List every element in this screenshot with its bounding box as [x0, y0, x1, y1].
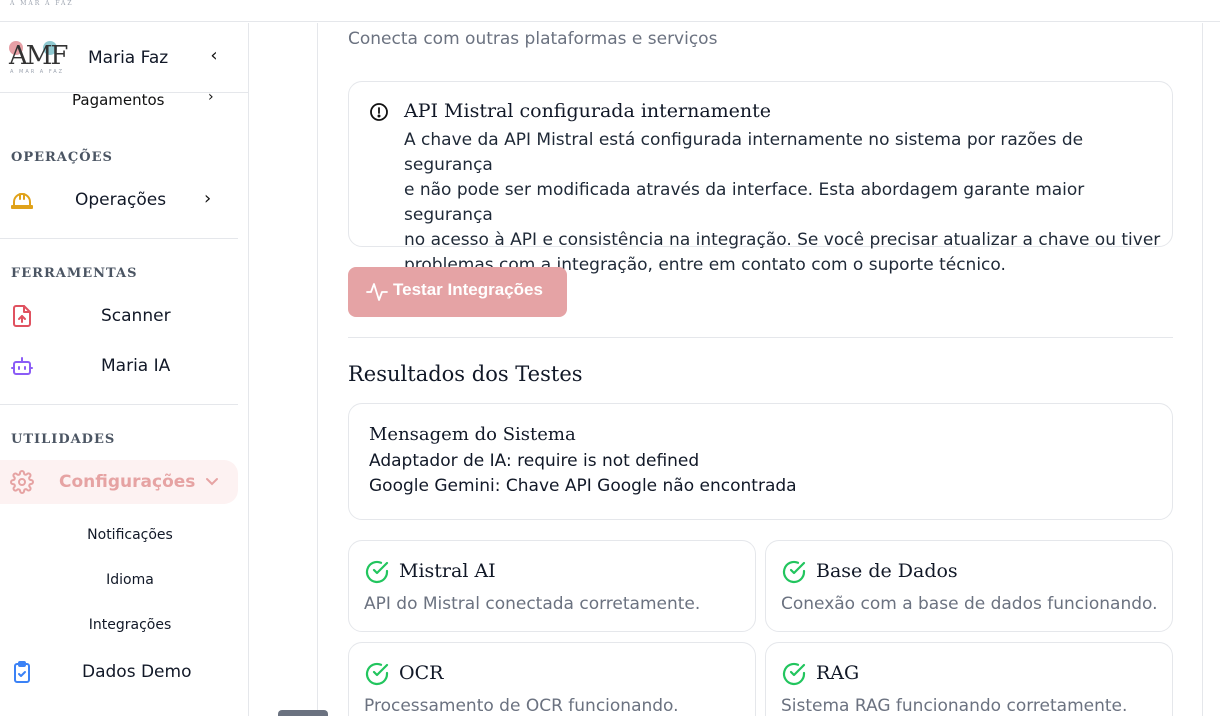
sidebar-item-label: Configurações — [59, 472, 196, 492]
status-card-rag: RAG Sistema RAG funcionando corretamente… — [765, 642, 1173, 716]
test-integrations-button[interactable]: Testar Integrações — [348, 267, 567, 317]
check-circle-icon — [365, 560, 389, 584]
status-desc: Conexão com a base de dados funcionando. — [781, 594, 1158, 614]
check-circle-icon — [365, 662, 389, 686]
sidebar-item-operacoes[interactable]: Operações › — [0, 178, 238, 222]
sidebar-item-label: Dados Demo — [82, 662, 192, 682]
sidebar-item-label: Operações — [75, 190, 167, 210]
system-message-title: Mensagem do Sistema — [369, 424, 576, 445]
app-title: Maria Faz — [88, 48, 169, 68]
info-line: e não pode ser modificada através da int… — [404, 180, 1085, 225]
chevron-right-icon: › — [204, 188, 212, 209]
status-desc: API do Mistral conectada corretamente. — [364, 594, 701, 614]
sidebar-subitem-idioma[interactable]: Idioma — [0, 572, 238, 588]
status-desc: Processamento de OCR funcionando. — [364, 696, 679, 716]
status-card-ocr: OCR Processamento de OCR funcionando. — [348, 642, 756, 716]
sidebar-item-dados-demo[interactable]: Dados Demo — [0, 650, 238, 694]
sidebar-subitem-notificacoes[interactable]: Notificações — [0, 527, 238, 543]
chevron-left-icon[interactable]: ‹ — [204, 45, 224, 67]
results-title: Resultados dos Testes — [348, 362, 583, 386]
sidebar: AMF A MAR A FAZ Maria Faz ‹ Pagamentos ›… — [0, 23, 249, 716]
check-circle-icon — [782, 662, 806, 686]
info-text: A chave da API Mistral está configurada … — [404, 128, 1164, 278]
info-card: API Mistral configurada internamente A c… — [348, 81, 1173, 275]
sidebar-subitem-integracoes[interactable]: Integrações — [0, 617, 238, 633]
system-message-line: Adaptador de IA: require is not defined — [369, 451, 700, 471]
brand-logo[interactable]: AMF A MAR A FAZ — [9, 41, 75, 79]
sidebar-item-pagamentos[interactable]: Pagamentos — [72, 91, 165, 109]
brand-caption: A MAR A FAZ — [10, 0, 74, 7]
activity-icon — [366, 283, 388, 301]
info-line: A chave da API Mistral está configurada … — [404, 130, 1084, 175]
sidebar-item-label: Maria IA — [101, 356, 171, 376]
main-content: Conecta com outras plataformas e serviço… — [317, 23, 1203, 716]
logo-subtitle: A MAR A FAZ — [10, 69, 65, 75]
scrollbar-handle[interactable] — [278, 710, 328, 716]
info-title: API Mistral configurada internamente — [404, 100, 772, 122]
clipboard-check-icon — [14, 661, 30, 683]
sidebar-header: AMF A MAR A FAZ Maria Faz ‹ — [0, 23, 248, 93]
sidebar-item-configuracoes[interactable]: Configurações — [0, 460, 238, 504]
status-card-mistral: Mistral AI API do Mistral conectada corr… — [348, 540, 756, 632]
system-message-line: Google Gemini: Chave API Google não enco… — [369, 476, 797, 496]
sidebar-item-label: Scanner — [101, 306, 171, 326]
info-line: no acesso à API e consistência na integr… — [404, 230, 1161, 250]
sidebar-item-maria-ia[interactable]: Maria IA — [0, 344, 238, 388]
alert-circle-icon — [370, 103, 388, 121]
file-upload-icon — [13, 305, 31, 327]
test-button-label: Testar Integrações — [393, 280, 543, 299]
status-card-base-de-dados: Base de Dados Conexão com a base de dado… — [765, 540, 1173, 632]
status-desc: Sistema RAG funcionando corretamente. — [781, 696, 1128, 716]
top-bar: A MAR A FAZ — [0, 0, 1220, 22]
section-ferramentas: FERRAMENTAS — [11, 266, 138, 281]
system-message-card: Mensagem do Sistema Adaptador de IA: req… — [348, 403, 1173, 520]
logo-letters: AMF — [9, 41, 68, 71]
bot-icon — [11, 357, 33, 375]
sidebar-item-scanner[interactable]: Scanner — [0, 294, 238, 338]
section-operacoes: OPERAÇÕES — [11, 150, 113, 165]
status-name: OCR — [399, 662, 444, 684]
gear-icon — [10, 470, 34, 494]
hard-hat-icon — [11, 193, 33, 209]
status-name: Mistral AI — [399, 560, 496, 582]
divider — [0, 238, 238, 239]
chevron-down-icon — [206, 478, 218, 486]
section-utilidades: UTILIDADES — [11, 432, 116, 447]
check-circle-icon — [782, 560, 806, 584]
page-subtitle: Conecta com outras plataformas e serviço… — [348, 29, 718, 49]
status-name: RAG — [816, 662, 860, 684]
status-name: Base de Dados — [816, 560, 958, 582]
divider — [348, 337, 1173, 338]
divider — [0, 404, 238, 405]
